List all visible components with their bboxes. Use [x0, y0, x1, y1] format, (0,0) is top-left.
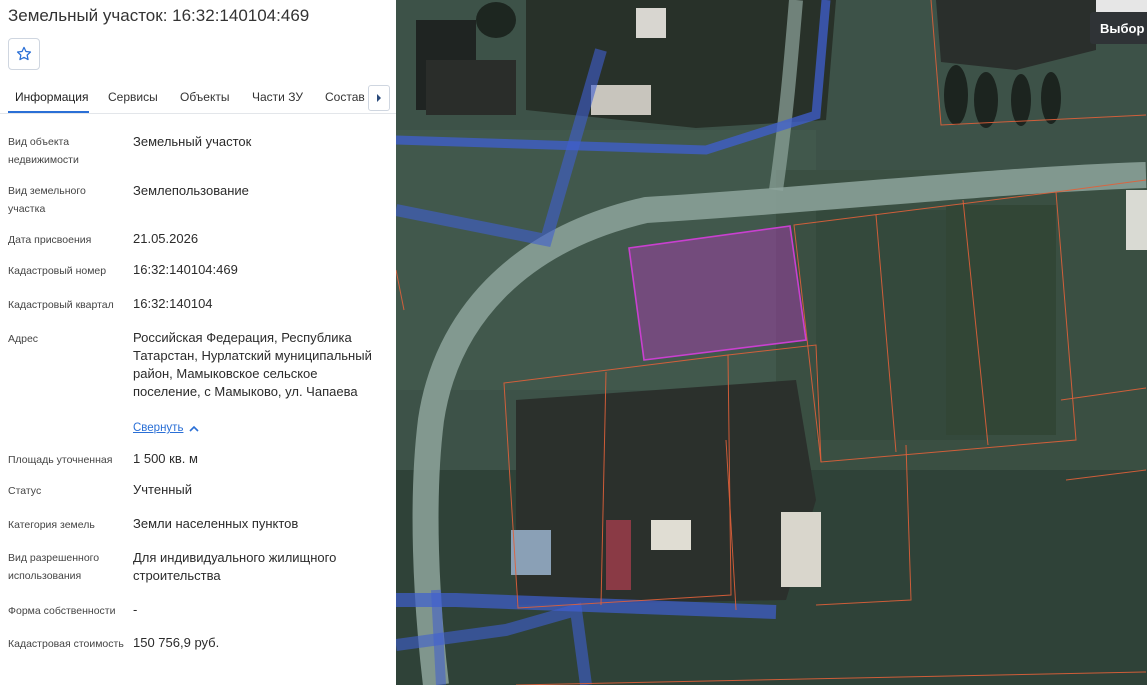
chevron-up-icon: [189, 425, 200, 432]
field-label-status: Статус: [8, 485, 42, 497]
field-value-address: Российская Федерация, Республика Татарст…: [133, 330, 372, 399]
field-value-object-type: Земельный участок: [133, 134, 252, 149]
field-value-cadastral-quarter: 16:32:140104: [133, 296, 213, 311]
tab-bar: Информация Сервисы Объекты Части ЗУ Сост…: [0, 84, 396, 114]
cadastral-map[interactable]: Выбор к: [396, 0, 1147, 685]
tab-information[interactable]: Информация: [15, 90, 88, 104]
collapse-label: Свернуть: [133, 422, 184, 434]
field-label-land-category: Категория земель: [8, 519, 95, 531]
field-value-status: Учтенный: [133, 482, 193, 497]
field-label-cadastral-value: Кадастровая стоимость: [8, 638, 124, 650]
tab-objects[interactable]: Объекты: [180, 90, 230, 104]
selected-parcel[interactable]: [628, 225, 807, 361]
field-label-cadastral-number: Кадастровый номер: [8, 265, 107, 277]
favorite-button[interactable]: [8, 38, 40, 70]
field-label-object-type: Вид объекта недвижимости: [8, 136, 79, 166]
page-title: Земельный участок: 16:32:140104:469: [8, 6, 310, 25]
field-label-cadastral-quarter: Кадастровый квартал: [8, 299, 114, 311]
field-label-address: Адрес: [8, 333, 39, 345]
field-value-permitted-use: Для индивидуального жилищного строительс…: [133, 550, 337, 583]
caret-right-icon: [377, 94, 381, 102]
field-label-ownership: Форма собственности: [8, 605, 116, 617]
field-value-assign-date: 21.05.2026: [133, 231, 199, 246]
field-value-land-category: Земли населенных пунктов: [133, 516, 299, 531]
field-label-permitted-use: Вид разрешенного использования: [8, 552, 100, 582]
field-label-parcel-type: Вид земельного участка: [8, 185, 86, 215]
basemap-select-button[interactable]: Выбор к: [1090, 12, 1147, 44]
field-label-area: Площадь уточненная: [8, 454, 113, 466]
field-value-cadastral-number: 16:32:140104:469: [133, 262, 238, 277]
tab-services[interactable]: Сервисы: [108, 90, 158, 104]
field-value-ownership: -: [133, 602, 138, 617]
star-icon: [16, 46, 32, 61]
tab-parcel-parts[interactable]: Части ЗУ: [252, 90, 303, 104]
field-label-assign-date: Дата присвоения: [8, 234, 92, 246]
active-tab-indicator: [8, 111, 89, 113]
collapse-address-link[interactable]: Свернуть: [133, 422, 200, 434]
tabs-next-button[interactable]: [368, 85, 390, 111]
field-value-parcel-type: Землепользование: [133, 183, 249, 198]
satellite-imagery: [396, 0, 1147, 685]
info-panel: Земельный участок: 16:32:140104:469 Инфо…: [0, 0, 396, 685]
field-value-area: 1 500 кв. м: [133, 451, 198, 466]
field-value-cadastral-value: 150 756,9 руб.: [133, 635, 220, 650]
tab-composition[interactable]: Состав: [325, 90, 365, 104]
